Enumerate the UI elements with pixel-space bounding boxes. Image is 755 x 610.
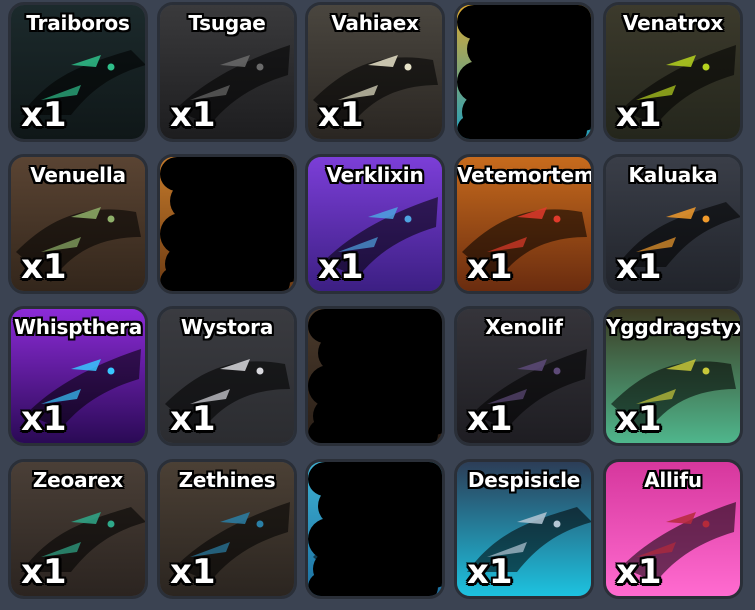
creature-name: Whispthera bbox=[13, 315, 143, 339]
inventory-item-tile[interactable]: Whispthera x1 bbox=[8, 306, 148, 446]
inventory-item-tile[interactable]: Zeoarex x1 bbox=[8, 459, 148, 599]
item-count: x1 bbox=[318, 247, 364, 287]
inventory-item-tile[interactable]: Xenolif x1 bbox=[454, 306, 594, 446]
creature-name: Venatrox bbox=[622, 11, 724, 35]
creature-name: Xenolif bbox=[485, 315, 563, 339]
inventory-item-tile[interactable]: Traiboros x1 bbox=[8, 2, 148, 142]
inventory-item-tile[interactable]: Venatrox x1 bbox=[603, 2, 743, 142]
item-count: x1 bbox=[170, 399, 216, 439]
creature-name: Verklixin bbox=[326, 163, 424, 187]
item-count: x1 bbox=[21, 552, 67, 592]
inventory-item-tile[interactable]: Venuella x1 bbox=[8, 154, 148, 294]
inventory-item-tile[interactable]: Zethines x1 bbox=[157, 459, 297, 599]
item-count: x1 bbox=[616, 247, 662, 287]
creature-name: Yggdragstyx bbox=[606, 315, 743, 339]
inventory-item-tile[interactable]: Verklixin x1 bbox=[305, 154, 445, 294]
redaction-scribble bbox=[308, 572, 438, 596]
item-count: x1 bbox=[21, 247, 67, 287]
creature-name: Zeoarex bbox=[32, 468, 124, 492]
inventory-item-tile[interactable]: Vetemortem x1 bbox=[454, 154, 594, 294]
creature-name: Allifu bbox=[644, 468, 702, 492]
inventory-item-tile[interactable]: Vahiaex x1 bbox=[305, 2, 445, 142]
creature-name: Wystora bbox=[180, 315, 274, 339]
inventory-item-tile[interactable]: x1 bbox=[454, 2, 594, 142]
item-count: x1 bbox=[467, 399, 513, 439]
creature-name: Venuella bbox=[30, 163, 126, 187]
inventory-item-tile[interactable]: Allifu x1 bbox=[603, 459, 743, 599]
inventory-item-tile[interactable]: x1 bbox=[305, 306, 445, 446]
redaction-scribble bbox=[160, 267, 290, 291]
creature-name: Zethines bbox=[178, 468, 276, 492]
creature-name: Vetemortem bbox=[457, 163, 594, 187]
inventory-item-tile[interactable]: Tsugae x1 bbox=[157, 2, 297, 142]
item-count: x1 bbox=[467, 552, 513, 592]
creature-name: Traiboros bbox=[26, 11, 130, 35]
redaction-scribble bbox=[457, 115, 587, 139]
inventory-item-tile[interactable]: x1 bbox=[157, 154, 297, 294]
inventory-item-tile[interactable]: Despisicle x1 bbox=[454, 459, 594, 599]
item-count: x1 bbox=[318, 95, 364, 135]
inventory-item-tile[interactable]: x1 bbox=[305, 459, 445, 599]
creature-name: Kaluaka bbox=[628, 163, 718, 187]
item-count: x1 bbox=[21, 399, 67, 439]
inventory-item-tile[interactable]: Kaluaka x1 bbox=[603, 154, 743, 294]
item-count: x1 bbox=[467, 247, 513, 287]
inventory-item-tile[interactable]: Yggdragstyx x1 bbox=[603, 306, 743, 446]
item-count: x1 bbox=[170, 95, 216, 135]
item-count: x1 bbox=[616, 95, 662, 135]
item-count: x1 bbox=[616, 552, 662, 592]
creature-name: Despisicle bbox=[467, 468, 581, 492]
creature-name: Tsugae bbox=[188, 11, 266, 35]
item-count: x1 bbox=[170, 552, 216, 592]
item-count: x1 bbox=[21, 95, 67, 135]
redaction-scribble bbox=[308, 419, 438, 443]
item-count: x1 bbox=[616, 399, 662, 439]
inventory-grid: Traiborosx1Tsugaex1Vahiaexx1x1Venatroxx1… bbox=[0, 0, 755, 610]
inventory-item-tile[interactable]: Wystora x1 bbox=[157, 306, 297, 446]
creature-name: Vahiaex bbox=[331, 11, 419, 35]
